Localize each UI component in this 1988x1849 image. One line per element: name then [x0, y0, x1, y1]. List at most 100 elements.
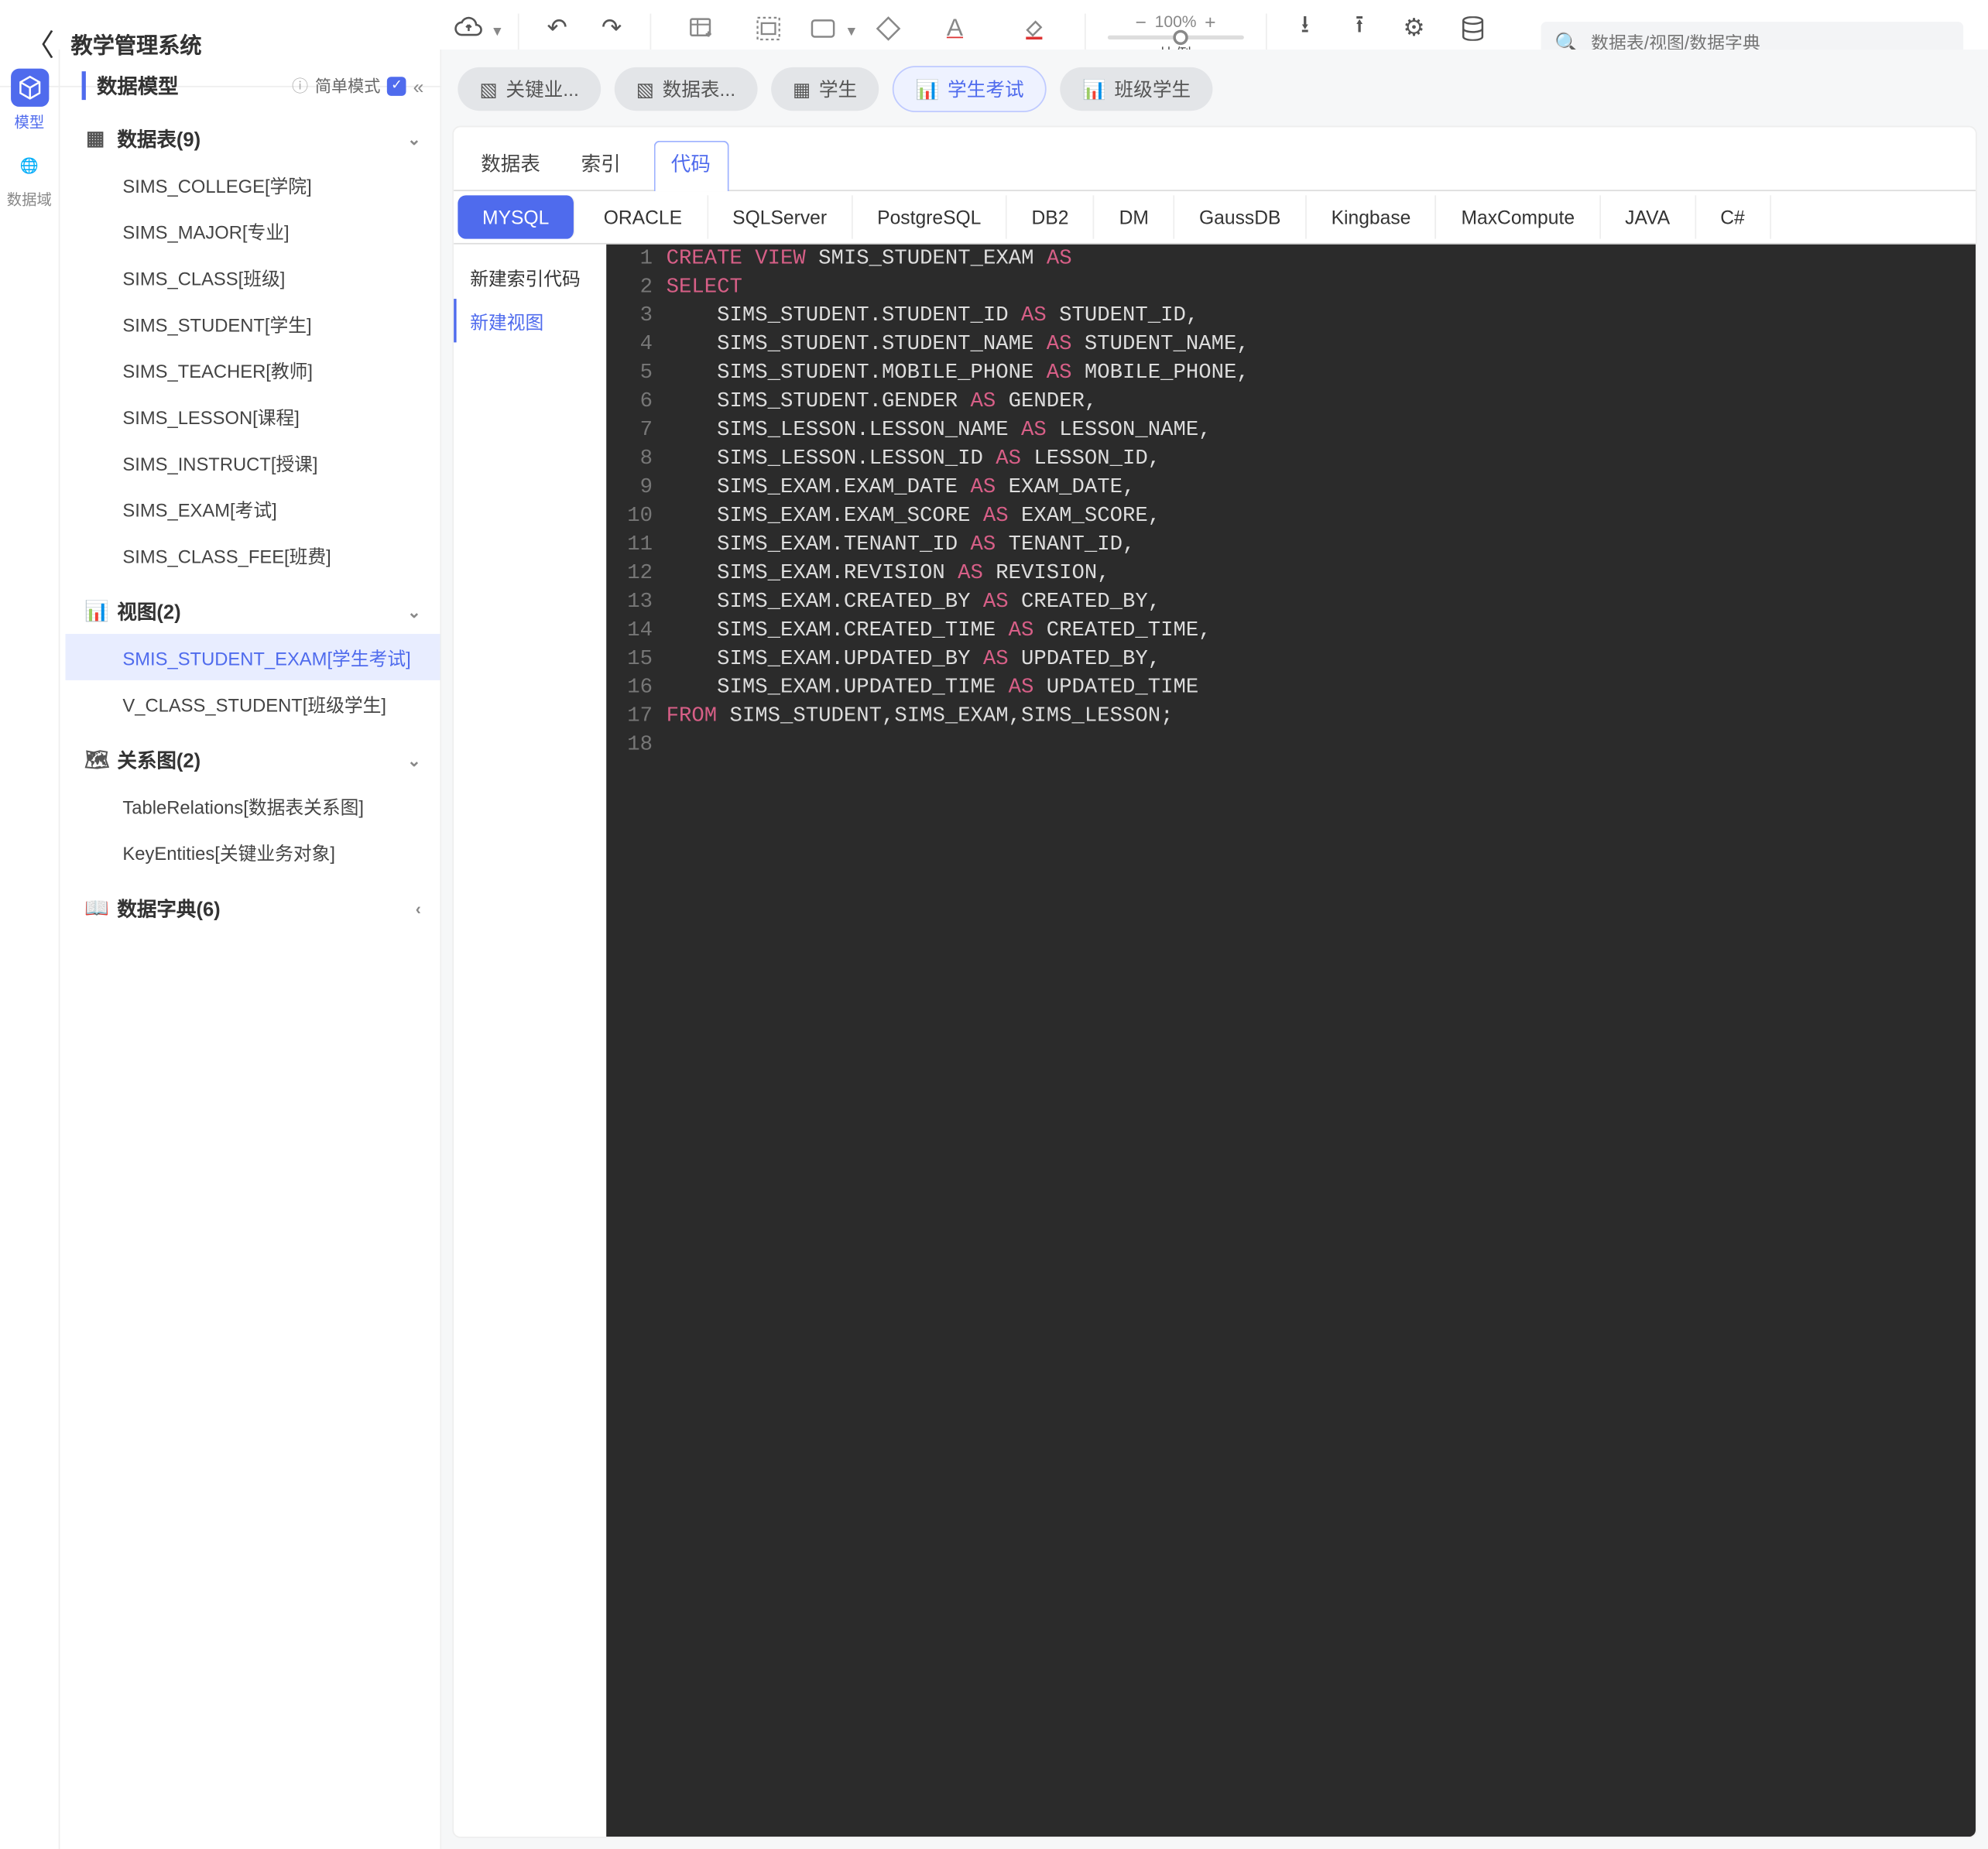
zoom-slider[interactable]	[1108, 35, 1244, 39]
group-icon	[756, 13, 781, 43]
zoom-out-button[interactable]: −	[1136, 10, 1147, 32]
code-line[interactable]: SIMS_EXAM.EXAM_DATE AS EXAM_DATE,	[667, 473, 1136, 502]
sidebar-item[interactable]: SIMS_CLASS[班级]	[65, 254, 440, 300]
sidebar-item[interactable]: KeyEntities[关键业务对象]	[65, 829, 440, 875]
code-line[interactable]: FROM SIMS_STUDENT,SIMS_EXAM,SIMS_LESSON;	[667, 702, 1174, 731]
open-tab[interactable]: ▦ 学生	[771, 67, 879, 111]
code-line[interactable]: SELECT	[667, 273, 742, 302]
line-number: 14	[606, 616, 666, 645]
line-number: 9	[606, 473, 666, 502]
code-line[interactable]: SIMS_STUDENT.STUDENT_NAME AS STUDENT_NAM…	[667, 330, 1249, 359]
code-line[interactable]: SIMS_EXAM.CREATED_BY AS CREATED_BY,	[667, 587, 1160, 616]
code-line[interactable]: SIMS_EXAM.UPDATED_BY AS UPDATED_BY,	[667, 645, 1160, 673]
db-dialect-tab[interactable]: Kingbase	[1307, 195, 1437, 238]
rail-domain-label: 数据域	[7, 189, 52, 211]
db-dialect-tab[interactable]: GaussDB	[1174, 195, 1307, 238]
redo-icon: ↷	[602, 13, 622, 43]
sidebar-group-tables[interactable]: ▦数据表(9)⌄	[65, 116, 440, 161]
save-dropdown-icon[interactable]: ▼	[491, 25, 504, 39]
sidebar-item[interactable]: SIMS_STUDENT[学生]	[65, 300, 440, 347]
cube-icon	[10, 69, 48, 107]
db-dialect-tab[interactable]: DM	[1095, 195, 1174, 238]
db-dialect-tab[interactable]: PostgreSQL	[852, 195, 1006, 238]
open-tabs: ▧ 关键业... ▧数据表... ▦ 学生 📊学生考试 📊班级学生	[441, 50, 1988, 126]
code-template-item[interactable]: 新建索引代码	[470, 255, 595, 299]
zoom-percentage: 100%	[1155, 12, 1197, 31]
open-tab[interactable]: ▧数据表...	[615, 67, 758, 111]
zoom-thumb[interactable]	[1173, 29, 1188, 44]
database-icon	[1462, 13, 1484, 43]
info-icon: ⓘ	[292, 74, 308, 98]
sidebar-item[interactable]: V_CLASS_STUDENT[班级学生]	[65, 680, 440, 727]
sidebar-item[interactable]: SIMS_LESSON[课程]	[65, 393, 440, 440]
rail-item-data-domain[interactable]: 🌐 数据域	[7, 146, 52, 211]
sidebar-item[interactable]: SIMS_COLLEGE[学院]	[65, 161, 440, 207]
line-number: 18	[606, 731, 666, 759]
line-number: 17	[606, 702, 666, 731]
sql-editor[interactable]: 1CREATE VIEW SMIS_STUDENT_EXAM AS2SELECT…	[606, 245, 1976, 1837]
import-icon: ⭳	[1301, 13, 1309, 43]
line-number: 16	[606, 673, 666, 702]
collapse-sidebar-icon[interactable]: «	[413, 75, 424, 97]
db-dialect-tab[interactable]: DB2	[1007, 195, 1095, 238]
code-line[interactable]: SIMS_STUDENT.STUDENT_ID AS STUDENT_ID,	[667, 302, 1199, 330]
tab-label: 学生	[819, 75, 857, 102]
sub-tab[interactable]: 索引	[573, 141, 629, 191]
simple-mode-toggle[interactable]: ⓘ 简单模式 ✓ «	[292, 74, 423, 98]
sidebar: 数据模型 ⓘ 简单模式 ✓ « ▦数据表(9)⌄SIMS_COLLEGE[学院]…	[60, 50, 441, 1849]
code-line[interactable]: SIMS_EXAM.TENANT_ID AS TENANT_ID,	[667, 530, 1136, 559]
sidebar-item[interactable]: SIMS_CLASS_FEE[班费]	[65, 532, 440, 578]
db-dialect-tab[interactable]: SQLServer	[708, 195, 852, 238]
sub-tab[interactable]: 代码	[653, 141, 728, 191]
rect-icon	[811, 13, 835, 43]
rail-model-label: 模型	[14, 111, 44, 132]
sidebar-item[interactable]: SMIS_STUDENT_EXAM[学生考试]	[65, 634, 440, 680]
sidebar-item[interactable]: TableRelations[数据表关系图]	[65, 782, 440, 829]
sidebar-item[interactable]: SIMS_INSTRUCT[授课]	[65, 439, 440, 485]
code-line[interactable]: SIMS_EXAM.UPDATED_TIME AS UPDATED_TIME	[667, 673, 1199, 702]
open-tab[interactable]: 📊班级学生	[1061, 67, 1212, 111]
code-line[interactable]: SIMS_LESSON.LESSON_NAME AS LESSON_NAME,	[667, 416, 1212, 444]
group-label: 视图(2)	[117, 598, 180, 626]
open-tab[interactable]: ▧ 关键业...	[458, 67, 601, 111]
sidebar-item[interactable]: SIMS_MAJOR[专业]	[65, 207, 440, 254]
font-color-icon: A	[947, 13, 963, 43]
sidebar-item[interactable]: SIMS_TEACHER[教师]	[65, 347, 440, 393]
zoom-in-button[interactable]: +	[1205, 10, 1215, 32]
open-tab[interactable]: 📊学生考试	[893, 66, 1047, 112]
code-template-item[interactable]: 新建视图	[454, 299, 595, 342]
code-line[interactable]: CREATE VIEW SMIS_STUDENT_EXAM AS	[667, 245, 1072, 273]
sidebar-group-views[interactable]: 📊 视图(2) ⌄	[65, 589, 440, 634]
db-dialect-tab[interactable]: MaxCompute	[1437, 195, 1601, 238]
code-line[interactable]: SIMS_STUDENT.MOBILE_PHONE AS MOBILE_PHON…	[667, 359, 1249, 388]
chevron-icon: ⌄	[407, 602, 421, 621]
tab-label: 数据表...	[663, 75, 735, 102]
code-line[interactable]: SIMS_EXAM.EXAM_SCORE AS EXAM_SCORE,	[667, 502, 1160, 530]
chevron-icon: ⌄	[407, 129, 421, 149]
sidebar-item[interactable]: SIMS_EXAM[考试]	[65, 485, 440, 532]
group-icon: 📊	[84, 600, 106, 623]
rect-dropdown-icon[interactable]: ▼	[845, 25, 858, 39]
db-dialect-tab[interactable]: ORACLE	[579, 195, 708, 238]
fill-color-icon	[1022, 13, 1047, 43]
code-line[interactable]: SIMS_STUDENT.GENDER AS GENDER,	[667, 387, 1098, 416]
tab-type-icon: ▧	[480, 77, 498, 101]
code-line[interactable]: SIMS_LESSON.LESSON_ID AS LESSON_ID,	[667, 444, 1160, 473]
group-icon: 📖	[84, 897, 106, 920]
chevron-icon: ‹	[416, 899, 421, 918]
line-number: 12	[606, 559, 666, 587]
db-dialect-tab[interactable]: JAVA	[1600, 195, 1695, 238]
line-number: 7	[606, 416, 666, 444]
tab-label: 班级学生	[1115, 75, 1191, 102]
code-line[interactable]: SIMS_EXAM.CREATED_TIME AS CREATED_TIME,	[667, 616, 1212, 645]
sub-tab[interactable]: 数据表	[473, 141, 549, 191]
db-dialect-tab[interactable]: MYSQL	[458, 195, 574, 238]
db-dialect-tab[interactable]: C#	[1696, 195, 1771, 238]
tab-type-icon: ▦	[793, 77, 811, 101]
tab-label: 关键业...	[506, 75, 578, 102]
sidebar-group-dicts[interactable]: 📖 数据字典(6) ‹	[65, 886, 440, 931]
code-line[interactable]: SIMS_EXAM.REVISION AS REVISION,	[667, 559, 1110, 587]
group-label: 数据字典(6)	[117, 894, 220, 923]
rail-item-model[interactable]: 模型	[10, 69, 48, 133]
sidebar-group-diagrams[interactable]: 🗺关系图(2)⌄	[65, 738, 440, 782]
